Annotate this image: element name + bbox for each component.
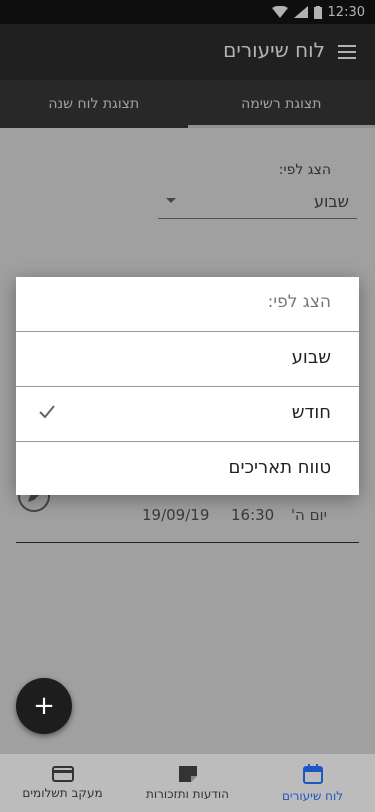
nav-item-payments[interactable]: מעקב תשלומים — [0, 754, 125, 812]
option-date-range-label: טווח תאריכים — [228, 457, 332, 478]
nav-item-schedule[interactable]: לוח שיעורים — [250, 754, 375, 812]
nav-label-messages: הודעות ותזכורות — [146, 787, 229, 801]
nav-item-messages[interactable]: הודעות ותזכורות — [125, 754, 250, 812]
view-by-dialog: הצג לפי: שבוע חודש טווח תאריכים — [16, 277, 359, 495]
credit-card-icon — [51, 766, 74, 782]
check-icon — [39, 405, 55, 419]
option-week-label: שבוע — [291, 347, 331, 368]
note-icon — [178, 766, 197, 782]
dialog-title: הצג לפי: — [267, 292, 331, 312]
nav-label-schedule: לוח שיעורים — [281, 789, 344, 803]
nav-label-payments: מעקב תשלומים — [22, 786, 103, 800]
dialog-header: הצג לפי: — [16, 277, 359, 332]
option-month[interactable]: חודש — [16, 387, 359, 442]
add-lesson-button[interactable]: + — [16, 678, 72, 734]
option-week[interactable]: שבוע — [16, 332, 359, 387]
bottom-navigation: מעקב תשלומים הודעות ותזכורות לוח שיעורים — [0, 754, 375, 812]
add-icon: + — [33, 691, 55, 721]
option-month-label: חודש — [291, 402, 331, 423]
calendar-icon — [302, 764, 323, 784]
option-date-range[interactable]: טווח תאריכים — [16, 442, 359, 496]
